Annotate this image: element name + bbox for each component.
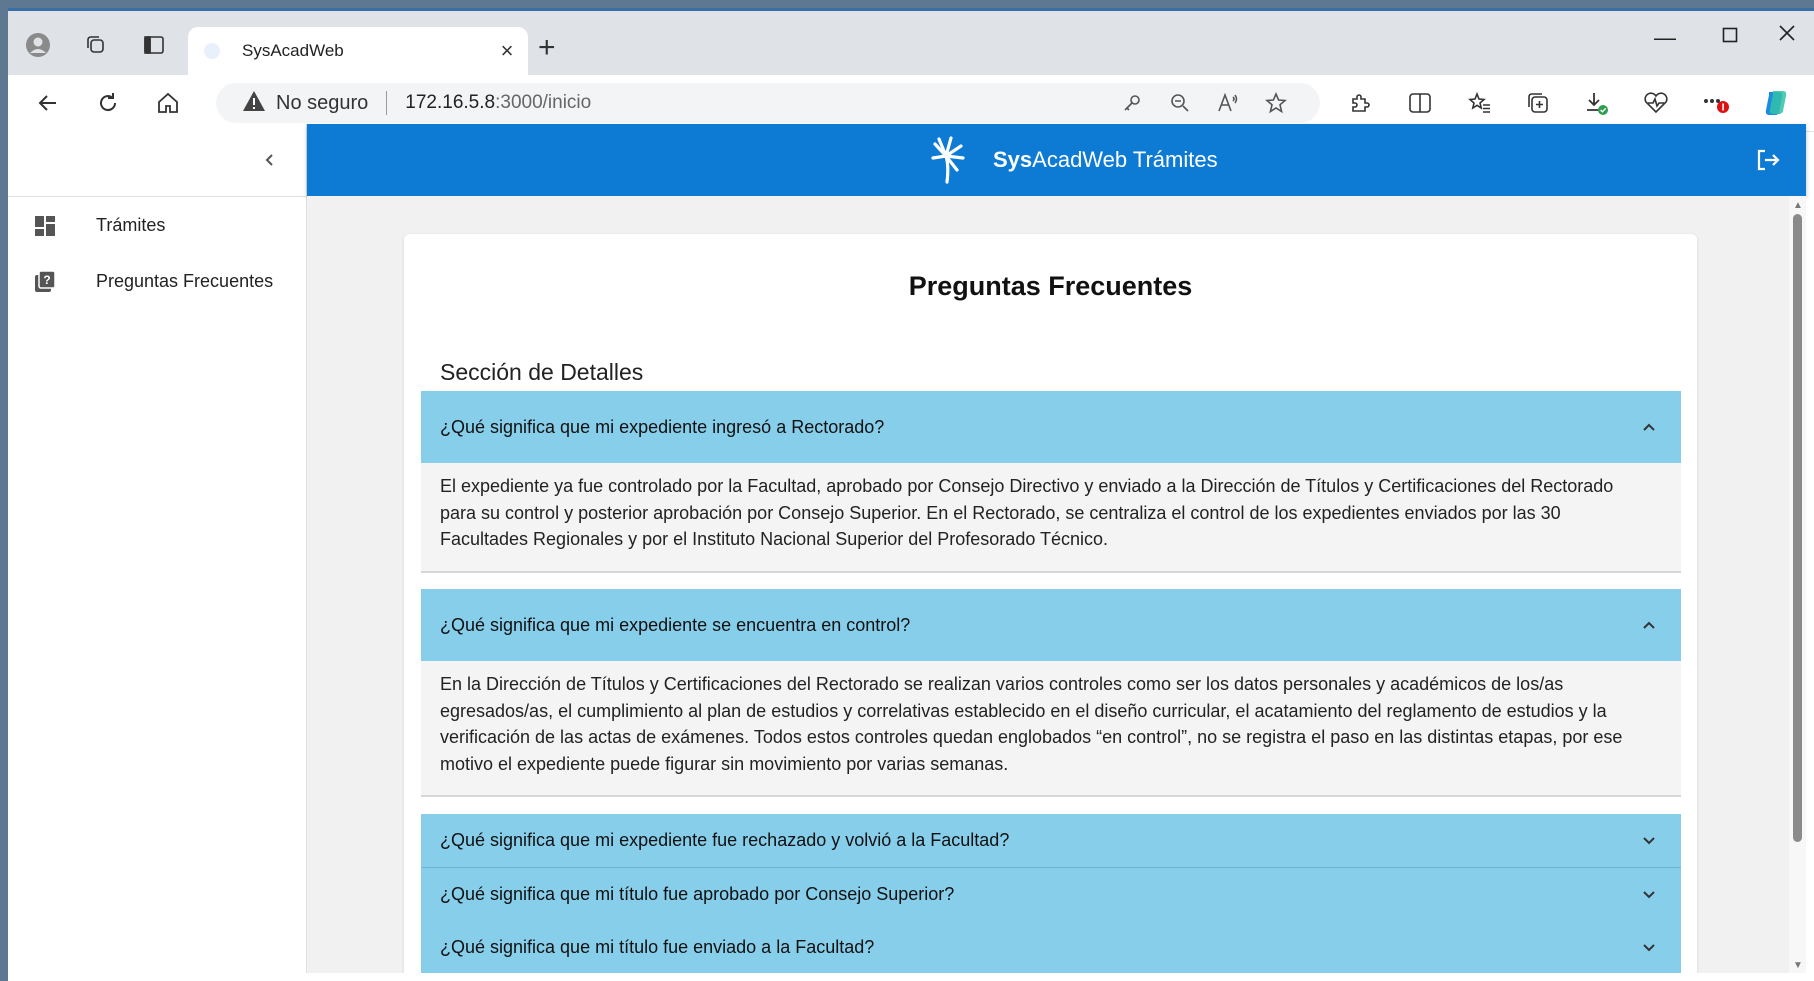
browser-tab-bar: SysAcadWeb × + — (8, 11, 1814, 75)
faq-question-header[interactable]: ¿Qué significa que mi título fue enviado… (421, 921, 1681, 973)
faq-question: ¿Qué significa que mi expediente fue rec… (440, 830, 1010, 850)
downloads-icon[interactable] (1578, 85, 1614, 121)
app-title-rest: AcadWeb Trámites (1032, 147, 1218, 172)
more-menu-icon[interactable] (1698, 85, 1734, 121)
faq-question: ¿Qué significa que mi título fue enviado… (440, 937, 875, 957)
scroll-up-icon[interactable]: ▲ (1793, 200, 1803, 211)
faq-answer: El expediente ya fue controlado por la F… (421, 463, 1681, 573)
app-title-bold: Sys (993, 147, 1033, 172)
app-sidebar: Trámites ? Preguntas Frecuentes (8, 124, 307, 973)
sidebar-item-tramites[interactable]: Trámites (8, 197, 306, 253)
chevron-down-icon[interactable] (1641, 940, 1657, 956)
performance-icon[interactable] (1638, 85, 1674, 121)
browser-window: SysAcadWeb × + — No seguro 172.16.5.8:30… (8, 8, 1814, 981)
key-icon[interactable] (1116, 87, 1148, 119)
sidebar-item-label: Trámites (96, 214, 166, 235)
faq-question-header[interactable]: ¿Qué significa que mi expediente se encu… (421, 589, 1681, 661)
sidebar-header (8, 124, 306, 197)
workspaces-icon[interactable] (78, 27, 114, 63)
address-separator (386, 91, 388, 115)
sidebar-item-preguntas-frecuentes[interactable]: ? Preguntas Frecuentes (8, 253, 306, 309)
faq-answer: En la Dirección de Títulos y Certificaci… (421, 661, 1681, 797)
maximize-icon[interactable] (1722, 23, 1738, 49)
window-close-icon[interactable] (1778, 22, 1796, 48)
collapse-sidebar-icon[interactable] (256, 146, 284, 174)
url-path: :3000/inicio (495, 92, 592, 113)
dashboard-icon (32, 213, 58, 239)
split-screen-icon[interactable] (1402, 85, 1438, 121)
help-book-icon: ? (32, 269, 58, 295)
sidebar-item-label: Preguntas Frecuentes (96, 270, 274, 291)
faq-question-header[interactable]: ¿Qué significa que mi título fue aprobad… (421, 868, 1681, 922)
faq-question-header[interactable]: ¿Qué significa que mi expediente ingresó… (421, 391, 1681, 463)
scroll-down-icon[interactable]: ▼ (1793, 960, 1803, 971)
url-host: 172.16.5.8 (405, 92, 496, 113)
new-tab-button[interactable]: + (538, 33, 556, 63)
favorites-icon[interactable] (1462, 85, 1498, 121)
section-title: Sección de Detalles (440, 359, 644, 385)
copilot-icon[interactable] (1758, 85, 1794, 121)
scrollbar-thumb[interactable] (1793, 214, 1802, 842)
brand: SysAcadWeb Trámites (927, 136, 1218, 184)
chevron-down-icon[interactable] (1641, 887, 1657, 903)
address-bar[interactable]: No seguro 172.16.5.8:3000/inicio (216, 83, 1320, 123)
faq-item-2: ¿Qué significa que mi expediente se encu… (421, 589, 1681, 797)
favicon-icon (204, 43, 220, 59)
warning-icon[interactable] (242, 90, 266, 117)
faq-card: Preguntas Frecuentes Sección de Detalles… (404, 234, 1697, 973)
chevron-up-icon[interactable] (1641, 617, 1657, 633)
minimize-icon[interactable]: — (1654, 25, 1676, 51)
reload-icon[interactable] (90, 85, 126, 121)
tab-title: SysAcadWeb (242, 41, 344, 60)
favorite-star-icon[interactable] (1260, 87, 1292, 119)
page-scrollbar[interactable]: ▲ ▼ (1789, 196, 1806, 973)
app-header: SysAcadWeb Trámites (307, 124, 1806, 196)
faq-item-4: ¿Qué significa que mi título fue aprobad… (421, 868, 1681, 922)
faq-item-5: ¿Qué significa que mi título fue enviado… (421, 921, 1681, 973)
chevron-down-icon[interactable] (1641, 833, 1657, 849)
collections-icon[interactable] (1520, 85, 1556, 121)
page-title: Preguntas Frecuentes (908, 271, 1193, 301)
browser-tab-active[interactable]: SysAcadWeb × (188, 27, 528, 75)
main-content: Preguntas Frecuentes Sección de Detalles… (307, 196, 1789, 973)
faq-item-3: ¿Qué significa que mi expediente fue rec… (421, 814, 1681, 868)
faq-question: ¿Qué significa que mi expediente se encu… (440, 614, 911, 635)
faq-question: ¿Qué significa que mi expediente ingresó… (440, 416, 885, 437)
tab-close-icon[interactable]: × (492, 38, 522, 64)
logo-icon (931, 136, 965, 184)
tab-actions-icon[interactable] (136, 27, 172, 63)
extensions-icon[interactable] (1342, 85, 1378, 121)
chevron-up-icon[interactable] (1641, 419, 1657, 435)
faq-question: ¿Qué significa que mi título fue aprobad… (440, 884, 955, 904)
security-label[interactable]: No seguro (276, 92, 368, 115)
app-title: SysAcadWeb Trámites (993, 147, 1218, 173)
url-text[interactable]: 172.16.5.8:3000/inicio (405, 92, 591, 114)
profile-icon[interactable] (20, 27, 56, 63)
faq-question-header[interactable]: ¿Qué significa que mi expediente fue rec… (421, 814, 1681, 868)
logout-icon[interactable] (1754, 146, 1784, 176)
back-icon[interactable] (30, 85, 66, 121)
home-icon[interactable] (150, 85, 186, 121)
faq-item-1: ¿Qué significa que mi expediente ingresó… (421, 391, 1681, 573)
read-aloud-icon[interactable] (1212, 87, 1244, 119)
zoom-out-icon[interactable] (1164, 87, 1196, 119)
svg-text:?: ? (43, 273, 50, 287)
